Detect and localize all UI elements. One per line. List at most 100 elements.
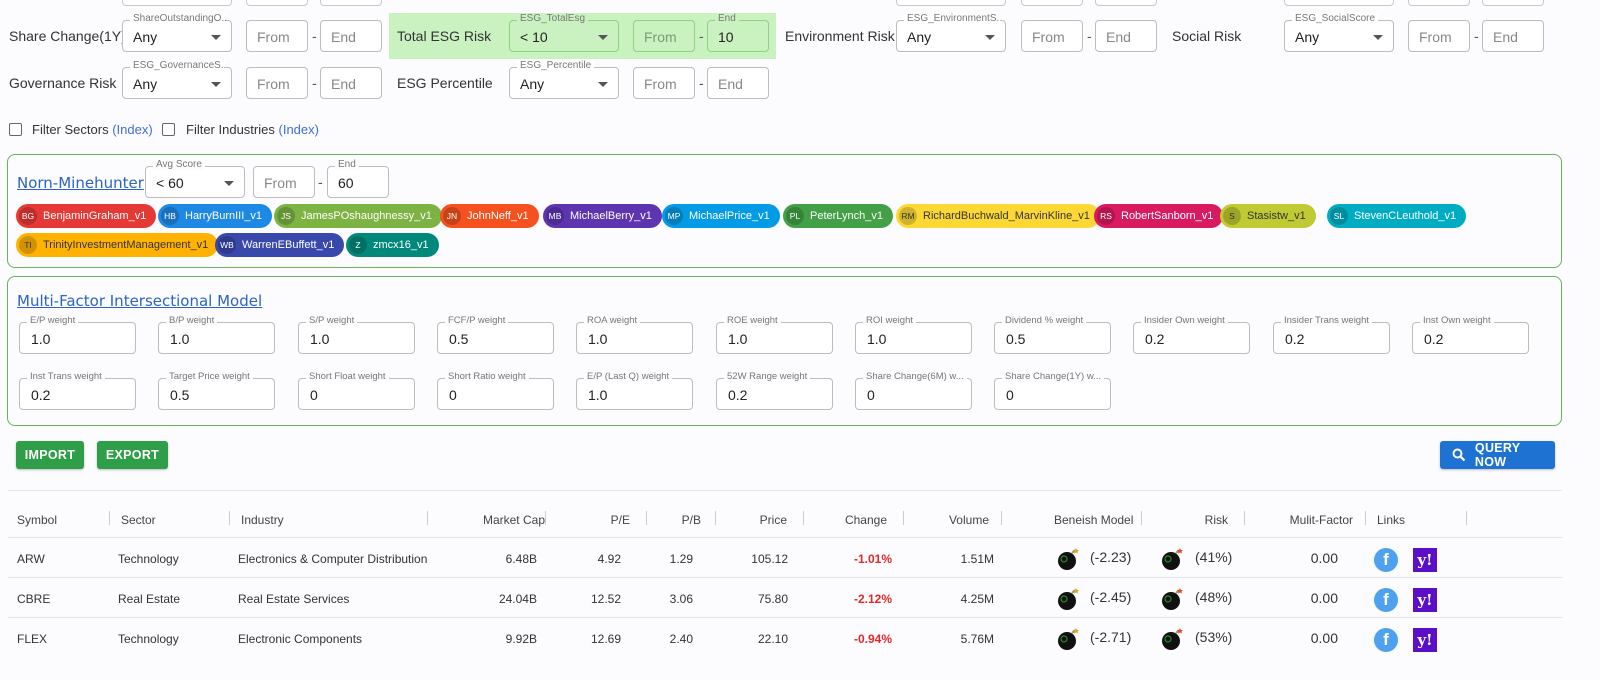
share-change-1y-from-input[interactable]: From <box>246 20 308 52</box>
yahoo-finance-link-icon[interactable]: y! <box>1413 588 1437 612</box>
weight-input[interactable]: E/P (Last Q) weight 1.0 <box>576 371 693 410</box>
model-chip[interactable]: Zzmcx16_v1 <box>346 233 439 257</box>
norn-minehunter-title[interactable]: Norn-Minehunter <box>17 174 144 192</box>
total-esg-risk-select[interactable]: ESG_TotalEsg < 10 <box>509 13 619 52</box>
column-header[interactable]: Beneish Model <box>1054 513 1133 527</box>
column-header[interactable]: Price <box>760 513 787 527</box>
chip-label: TrinityInvestmentManagement_v1 <box>43 239 209 251</box>
social-risk-end-input[interactable]: End <box>1482 20 1544 52</box>
social-risk-select[interactable]: ESG_SocialScore Any <box>1284 13 1394 52</box>
cell-price: 22.10 <box>757 632 788 646</box>
environment-risk-from-input[interactable]: From <box>1021 20 1083 52</box>
weight-input[interactable]: S/P weight 1.0 <box>298 315 415 354</box>
table-row[interactable]: FLEX Technology Electronic Components 9.92B… <box>8 617 1562 657</box>
model-chip[interactable]: PL PeterLynch_v1 <box>783 204 893 228</box>
sectors-index-link[interactable]: (Index) <box>112 122 152 137</box>
column-separator <box>903 511 904 525</box>
cell-market-cap: 6.48B <box>505 552 537 566</box>
column-header[interactable]: Links <box>1377 513 1405 527</box>
weight-input[interactable]: Short Float weight 0 <box>298 371 415 410</box>
column-header[interactable]: Sector <box>121 513 156 527</box>
weight-input[interactable]: Share Change(6M) w... 0 <box>855 371 972 410</box>
weight-input[interactable]: FCF/P weight 0.5 <box>437 315 554 354</box>
avg-score-select[interactable]: Avg Score < 60 <box>145 159 245 198</box>
governance-risk-from-input[interactable]: From <box>246 67 308 99</box>
financial-link-icon[interactable]: f <box>1374 628 1398 652</box>
weight-input[interactable]: 52W Range weight 0.2 <box>716 371 833 410</box>
multi-factor-title[interactable]: Multi-Factor Intersectional Model <box>17 292 262 310</box>
weight-input[interactable]: Share Change(1Y) w... 0 <box>994 371 1111 410</box>
share-change-1y-end-input[interactable]: End <box>320 20 382 52</box>
weight-label: Insider Trans weight <box>1281 315 1373 326</box>
financial-link-icon[interactable]: f <box>1374 588 1398 612</box>
total-esg-risk-end-input[interactable]: End 10 <box>707 13 769 52</box>
model-chip[interactable]: WB WarrenEBuffett_v1 <box>215 233 345 257</box>
weight-label: FCF/P weight <box>445 315 509 326</box>
model-chip[interactable]: MP MichaelPrice_v1 <box>662 204 780 228</box>
yahoo-finance-link-icon[interactable]: y! <box>1413 628 1437 652</box>
model-chip[interactable]: HB HarryBurnIII_v1 <box>158 204 273 228</box>
esg-percentile-end-input[interactable]: End <box>707 67 769 99</box>
column-header[interactable]: P/E <box>611 513 630 527</box>
model-chip[interactable]: S Stasistw_v1 <box>1220 204 1316 228</box>
weight-label: E/P (Last Q) weight <box>584 371 673 382</box>
avg-score-end-input[interactable]: End 60 <box>327 159 389 198</box>
environment-risk-end-input[interactable]: End <box>1095 20 1157 52</box>
model-chip[interactable]: TI TrinityInvestmentManagement_v1 <box>16 233 219 257</box>
weight-input[interactable]: ROE weight 1.0 <box>716 315 833 354</box>
chevron-down-icon <box>598 35 608 40</box>
chip-label: RichardBuchwald_MarvinKline_v1 <box>923 210 1090 222</box>
query-now-button[interactable]: QUERY NOW <box>1440 441 1555 469</box>
chip-avatar: JN <box>443 207 461 225</box>
filter-industries-checkbox[interactable] <box>162 123 175 136</box>
weight-input[interactable]: Inst Trans weight 0.2 <box>19 371 136 410</box>
weight-input[interactable]: B/P weight 1.0 <box>158 315 275 354</box>
model-chip[interactable]: SL StevenCLeuthold_v1 <box>1327 204 1467 228</box>
yahoo-finance-link-icon[interactable]: y! <box>1413 548 1437 572</box>
export-button[interactable]: EXPORT <box>97 441 168 469</box>
weight-input[interactable]: Insider Trans weight 0.2 <box>1273 315 1390 354</box>
cutoff-field <box>1408 0 1470 6</box>
financial-link-icon[interactable]: f <box>1374 548 1398 572</box>
weight-input[interactable]: ROI weight 1.0 <box>855 315 972 354</box>
column-header[interactable]: Mulit-Factor <box>1290 513 1353 527</box>
column-header[interactable]: Volume <box>949 513 989 527</box>
import-button[interactable]: IMPORT <box>16 441 84 469</box>
environment-risk-select[interactable]: ESG_EnvironmentS... Any <box>896 13 1006 52</box>
table-row[interactable]: CBRE Real Estate Real Estate Services 24.04… <box>8 577 1562 617</box>
model-chip[interactable]: JS JamesPOshaughnessy_v1 <box>274 204 442 228</box>
model-chip[interactable]: JN JohnNeff_v1 <box>440 204 539 228</box>
column-separator <box>545 511 546 525</box>
column-header[interactable]: P/B <box>682 513 701 527</box>
column-header[interactable]: Risk <box>1205 513 1228 527</box>
social-risk-from-input[interactable]: From <box>1408 20 1470 52</box>
weight-value: 0.5 <box>170 387 190 403</box>
search-icon <box>1452 448 1466 462</box>
esg-percentile-select[interactable]: ESG_Percentile Any <box>509 60 619 99</box>
governance-risk-select[interactable]: ESG_GovernanceS... Any <box>122 60 232 99</box>
table-row[interactable]: ARW Technology Electronics & Computer Dist… <box>8 537 1562 577</box>
total-esg-risk-from-input[interactable]: From <box>633 20 695 52</box>
weight-input[interactable]: ROA weight 1.0 <box>576 315 693 354</box>
share-change-1y-select[interactable]: ShareOutstandingO... Any <box>122 13 232 52</box>
model-chip[interactable]: BG BenjaminGraham_v1 <box>16 204 157 228</box>
model-chip[interactable]: RM RichardBuchwald_MarvinKline_v1 <box>896 204 1100 228</box>
weight-input[interactable]: Insider Own weight 0.2 <box>1133 315 1250 354</box>
weight-input[interactable]: Short Ratio weight 0 <box>437 371 554 410</box>
column-header[interactable]: Change <box>845 513 887 527</box>
cell-market-cap: 9.92B <box>505 632 537 646</box>
model-chip[interactable]: MB MichaelBerry_v1 <box>543 204 662 228</box>
column-header[interactable]: Symbol <box>17 513 57 527</box>
column-header[interactable]: Market Cap <box>483 513 545 527</box>
model-chip[interactable]: RS RobertSanborn_v1 <box>1094 204 1224 228</box>
industries-index-link[interactable]: (Index) <box>279 122 319 137</box>
weight-input[interactable]: Dividend % weight 0.5 <box>994 315 1111 354</box>
weight-input[interactable]: Target Price weight 0.5 <box>158 371 275 410</box>
column-header[interactable]: Industry <box>241 513 284 527</box>
esg-percentile-from-input[interactable]: From <box>633 67 695 99</box>
governance-risk-end-input[interactable]: End <box>320 67 382 99</box>
filter-sectors-checkbox[interactable] <box>9 123 22 136</box>
weight-input[interactable]: Inst Own weight 0.2 <box>1412 315 1529 354</box>
weight-input[interactable]: E/P weight 1.0 <box>19 315 136 354</box>
avg-score-from-input[interactable]: From <box>253 166 315 198</box>
